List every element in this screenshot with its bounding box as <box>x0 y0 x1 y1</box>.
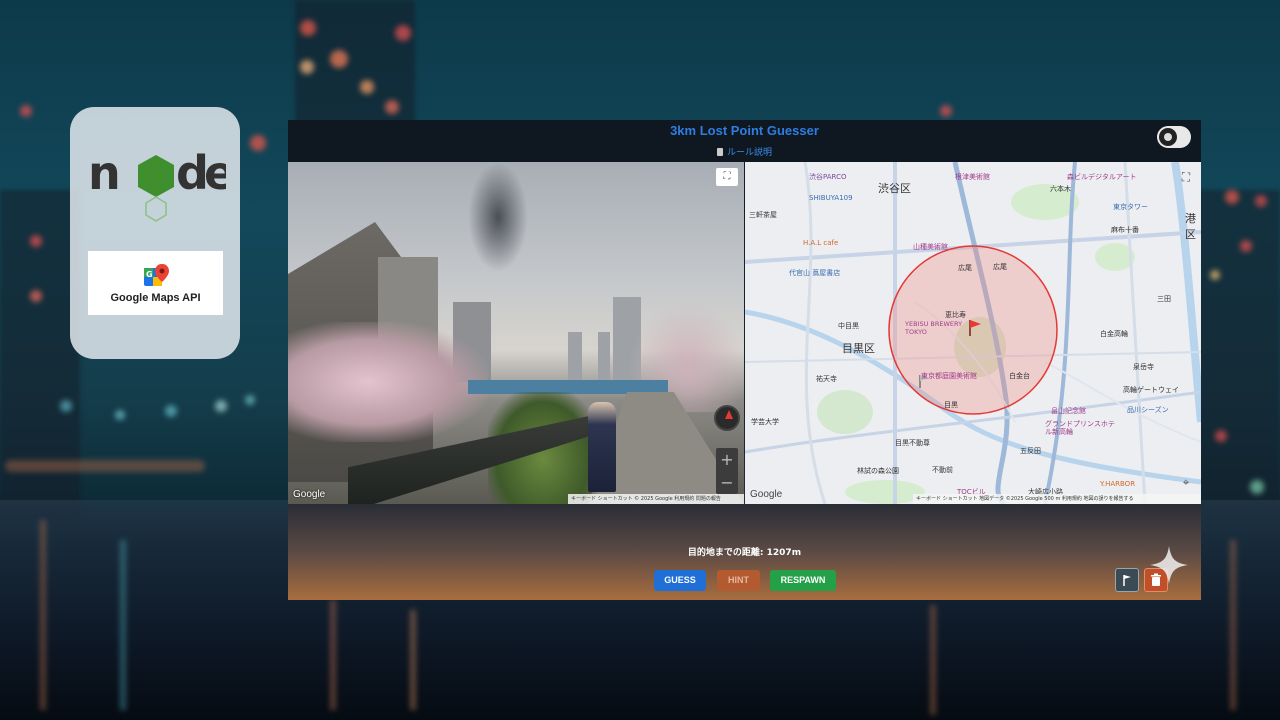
poi-label: 学芸大学 <box>751 418 779 426</box>
poi-label: 畠山記念館 <box>1051 407 1086 415</box>
poi-label: 東京都庭園美術館 <box>921 372 977 380</box>
poi-label: 不動前 <box>932 466 953 474</box>
poi-label: 麻布十番 <box>1111 226 1139 234</box>
poi-label: 泉岳寺 <box>1133 363 1154 371</box>
google-watermark: Google <box>293 489 326 500</box>
ward-label-minato: 港区 <box>1185 212 1196 241</box>
fullscreen-icon[interactable]: ⛶ <box>716 168 738 186</box>
sparkle-icon <box>1150 546 1188 584</box>
sv-person <box>588 402 616 492</box>
google-maps-api-label: Google Maps API <box>110 292 201 304</box>
rules-link[interactable]: ルール説明 <box>288 145 1201 158</box>
poi-label: 白金高輪 <box>1100 330 1128 338</box>
svg-text:e: e <box>204 146 226 200</box>
google-watermark: Google <box>750 489 783 500</box>
poi-label: 広尾 <box>958 264 972 272</box>
tech-logo-card: n d e G Google Maps API <box>70 107 240 359</box>
app-window: 3km Lost Point Guesser ルール説明 ⛶ + − Googl… <box>288 120 1201 600</box>
sv-tower <box>598 332 610 382</box>
poi-label: グランドプリンスホテル新高輪 <box>1045 420 1115 436</box>
poi-label: 品川シーズン <box>1127 406 1169 414</box>
poi-label: H.A.L cafe <box>803 239 839 247</box>
clipboard-icon <box>716 148 723 156</box>
sv-smoke <box>468 162 528 272</box>
street-view-panel[interactable]: ⛶ + − Google キーボード ショートカット © 2025 Google… <box>288 162 744 504</box>
poi-label: 祐天寺 <box>816 375 837 383</box>
sv-cherry-trees <box>288 322 488 442</box>
svg-text:G: G <box>146 270 153 279</box>
sv-tower <box>568 332 582 382</box>
poi-label: 恵比寿 <box>945 311 966 319</box>
node-js-logo: n d e <box>88 146 226 222</box>
poi-label: 広尾 <box>993 263 1007 271</box>
google-maps-api-logo: G Google Maps API <box>88 251 223 315</box>
google-maps-pin-icon: G <box>143 264 169 286</box>
fullscreen-icon[interactable]: ⛶ <box>1177 168 1195 186</box>
flag-icon <box>1123 575 1131 586</box>
poi-label: 渋谷PARCO <box>809 173 847 181</box>
poi-label: 目黒不動尊 <box>895 439 930 447</box>
poi-label: 森ビルデジタルアート <box>1067 173 1137 181</box>
poi-label: SHIBUYA109 <box>809 194 853 202</box>
ward-label-meguro: 目黒区 <box>842 342 875 355</box>
map-attribution: キーボード ショートカット 地図データ ©2025 Google 500 m 利… <box>913 494 1201 504</box>
poi-label: 根津美術館 <box>955 173 990 181</box>
poi-label: 三田 <box>1157 295 1171 303</box>
poi-label: 六本木 <box>1050 185 1071 193</box>
poi-label: 中目黒 <box>838 322 859 330</box>
poi-label: 林試の森公園 <box>857 467 899 475</box>
poi-label: 山種美術館 <box>913 243 948 251</box>
svg-text:n: n <box>88 146 121 200</box>
app-header: 3km Lost Point Guesser ルール説明 <box>288 120 1201 162</box>
poi-label: 代官山 蔦屋書店 <box>789 269 841 277</box>
ward-label-shibuya: 渋谷区 <box>878 182 911 195</box>
bg-building <box>1195 190 1280 520</box>
poi-label: 五反田 <box>1020 447 1041 455</box>
theme-toggle[interactable] <box>1157 126 1191 148</box>
respawn-button[interactable]: RESPAWN <box>770 570 836 591</box>
poi-label: Y.HARBOR <box>1100 480 1136 488</box>
poi-label: 目黒 <box>944 401 958 409</box>
rules-link-label: ルール説明 <box>726 148 772 158</box>
zoom-in-icon[interactable]: + <box>716 448 738 471</box>
distance-readout: 目的地までの距離: 1207m <box>687 548 802 558</box>
sv-attribution: キーボード ショートカット © 2025 Google 利用規約 問題の報告 <box>568 494 744 504</box>
hint-button[interactable]: HINT <box>717 570 760 591</box>
zoom-out-icon[interactable]: − <box>716 471 738 494</box>
locate-icon[interactable]: ⌖ <box>1177 473 1195 491</box>
compass-icon[interactable] <box>714 405 740 431</box>
flag-button[interactable] <box>1115 568 1139 592</box>
poi-label: 高輪ゲートウェイ <box>1123 386 1179 394</box>
map-canvas <box>745 162 1201 504</box>
sv-zoom-control: + − <box>716 448 738 494</box>
poi-label: 白金台 <box>1009 372 1030 380</box>
theme-toggle-icon <box>1159 128 1177 146</box>
guess-button[interactable]: GUESS <box>654 570 706 591</box>
app-title: 3km Lost Point Guesser <box>670 123 819 138</box>
poi-label: 東京タワー <box>1113 203 1148 211</box>
map-panel[interactable]: 渋谷区 目黒区 港区 渋谷PARCO SHIBUYA109 H.A.L cafe… <box>745 162 1201 504</box>
poi-label-yebisu: YEBISU BREWERY TOKYO <box>905 320 963 336</box>
poi-label: 三軒茶屋 <box>749 211 777 219</box>
